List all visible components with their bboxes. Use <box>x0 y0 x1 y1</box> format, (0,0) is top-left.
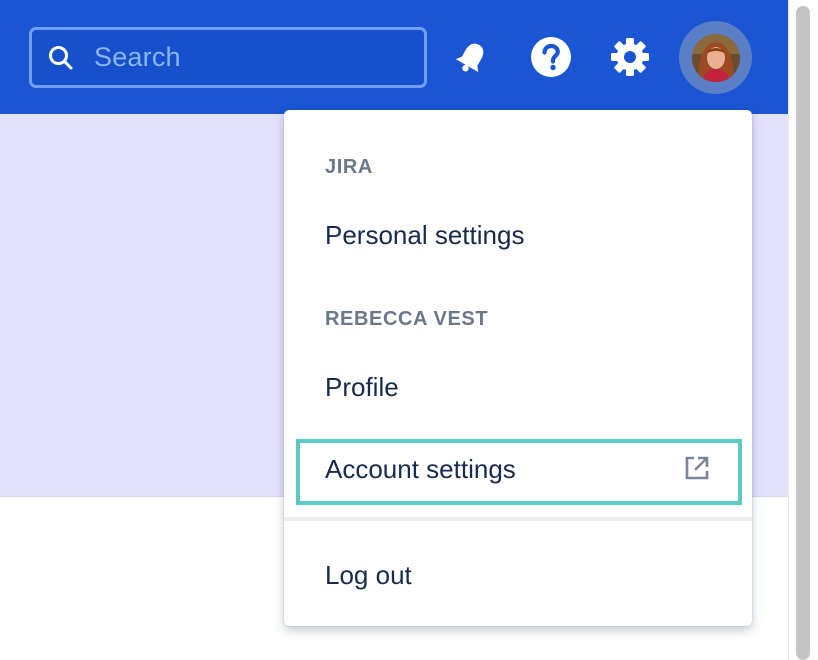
profile-dropdown-menu: JIRA Personal settings REBECCA VEST Prof… <box>284 110 752 626</box>
settings-gear-icon <box>611 38 649 76</box>
vertical-scrollbar-thumb[interactable] <box>796 6 810 660</box>
external-link-icon <box>685 456 709 480</box>
menu-item-personal-settings[interactable]: Personal settings <box>325 220 524 251</box>
account-settings-label: Account settings <box>325 454 516 484</box>
menu-item-profile[interactable]: Profile <box>325 372 399 403</box>
search-icon <box>49 45 73 69</box>
notifications-bell-icon <box>455 43 484 73</box>
section-heading-jira: JIRA <box>325 156 373 178</box>
settings-button[interactable] <box>607 34 653 80</box>
notifications-button[interactable] <box>449 34 495 80</box>
user-avatar <box>691 33 740 82</box>
menu-item-log-out[interactable]: Log out <box>325 560 412 591</box>
menu-item-account-settings[interactable]: Account settings <box>296 439 742 505</box>
help-button[interactable] <box>528 34 574 80</box>
search-field[interactable]: Search <box>29 27 427 88</box>
section-heading-user: REBECCA VEST <box>325 308 489 330</box>
menu-divider <box>284 517 752 521</box>
search-placeholder: Search <box>94 42 181 72</box>
profile-menu-button[interactable] <box>679 21 752 94</box>
help-icon <box>531 37 571 77</box>
